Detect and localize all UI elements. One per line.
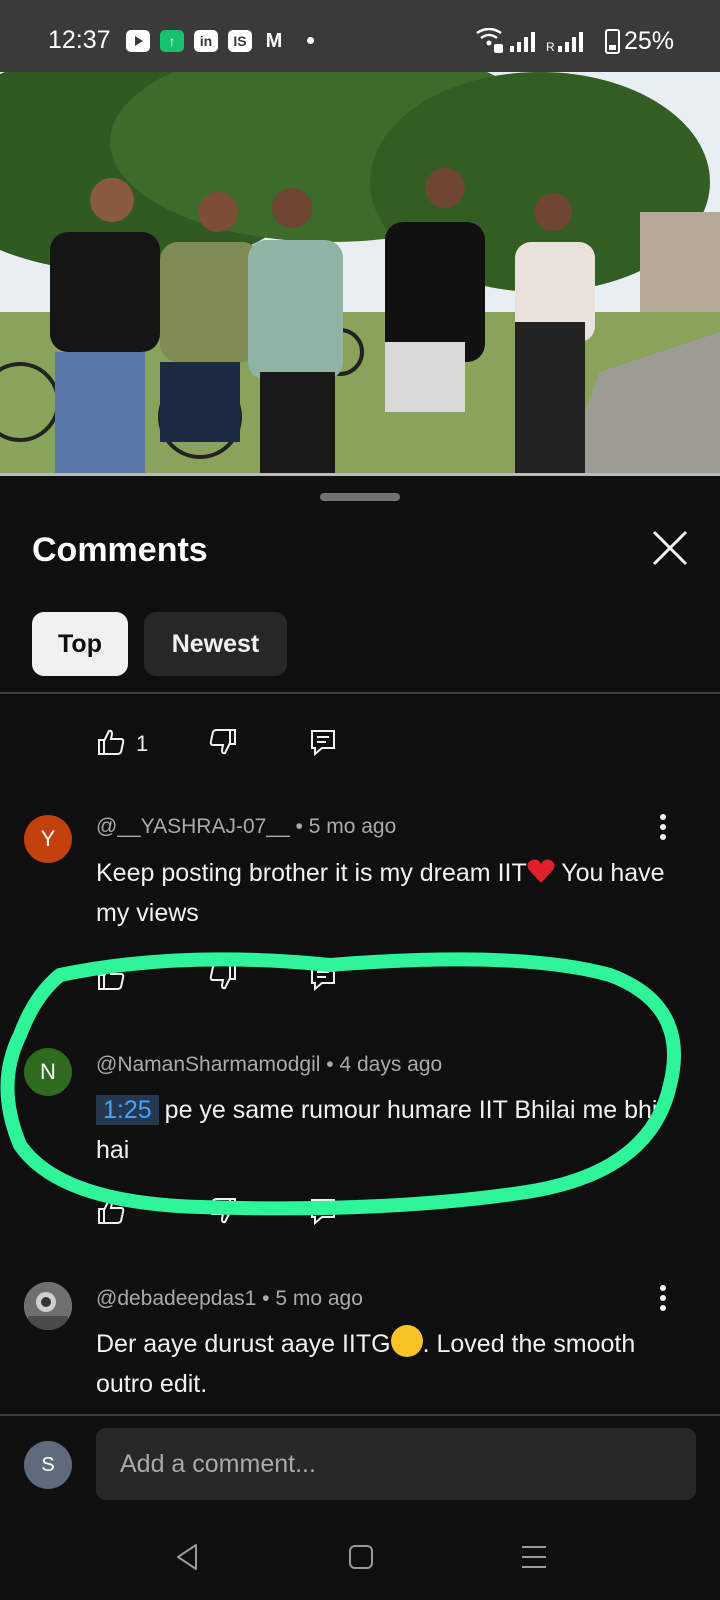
reply-button[interactable] bbox=[308, 1196, 338, 1226]
upload-icon: ↑ bbox=[160, 30, 184, 52]
status-time: 12:37 bbox=[48, 26, 111, 54]
timestamp-link[interactable]: 1:25 bbox=[96, 1095, 159, 1125]
dislike-button[interactable] bbox=[208, 727, 238, 757]
dislike-button[interactable] bbox=[208, 962, 238, 992]
menu-icon bbox=[522, 1546, 546, 1568]
status-bar: 12:37 ↑ in IS M R 25% bbox=[0, 0, 720, 72]
gmail-icon: M bbox=[265, 30, 283, 52]
notification-dot bbox=[307, 37, 314, 44]
comment-author[interactable]: @debadeepdas1 bbox=[96, 1287, 256, 1310]
comment-author[interactable]: @NamanSharmamodgil bbox=[96, 1053, 320, 1076]
reply-icon bbox=[311, 965, 335, 992]
divider bbox=[0, 1414, 720, 1416]
avatar[interactable]: Y bbox=[24, 815, 72, 863]
chip-newest[interactable]: Newest bbox=[144, 612, 287, 676]
comment-text-part: Der aaye durust aaye IITG bbox=[96, 1330, 391, 1358]
heart-emoji-icon bbox=[527, 859, 555, 883]
roaming-signal-icon: R bbox=[546, 32, 583, 52]
app-icon: IS bbox=[228, 30, 252, 52]
reply-button[interactable] bbox=[308, 962, 338, 992]
video-player[interactable] bbox=[0, 72, 720, 476]
more-options-button[interactable] bbox=[655, 809, 671, 845]
avatar-image bbox=[24, 1282, 72, 1330]
chip-top[interactable]: Top bbox=[32, 612, 128, 676]
battery-level: 25% bbox=[624, 27, 675, 55]
comment-age: 5 mo ago bbox=[275, 1287, 363, 1310]
kebab-icon bbox=[660, 814, 666, 840]
thumbs-down-icon bbox=[209, 1198, 236, 1224]
back-icon bbox=[177, 1544, 197, 1570]
user-avatar[interactable]: S bbox=[24, 1441, 72, 1489]
comment-meta: @debadeepdas1 • 5 mo ago bbox=[96, 1287, 363, 1310]
dislike-button[interactable] bbox=[208, 1196, 238, 1226]
comment-age: 4 days ago bbox=[339, 1053, 443, 1076]
comment-text: 1:25 pe ye same rumour humare IIT Bhilai … bbox=[96, 1090, 676, 1170]
more-options-button[interactable] bbox=[655, 1280, 671, 1316]
like-count: 1 bbox=[136, 731, 149, 756]
like-button[interactable] bbox=[96, 1196, 126, 1226]
reply-icon bbox=[311, 730, 335, 757]
battery-icon bbox=[605, 29, 620, 54]
home-icon bbox=[349, 1545, 373, 1569]
comment-meta: @__YASHRAJ-07__ • 5 mo ago bbox=[96, 815, 397, 838]
thumbs-up-icon bbox=[98, 729, 125, 755]
signal-icon bbox=[510, 32, 535, 52]
linkedin-icon: in bbox=[194, 30, 218, 52]
comment-meta: @NamanSharmamodgil • 4 days ago bbox=[96, 1053, 443, 1076]
thumbs-down-icon bbox=[209, 964, 236, 990]
thumbs-up-icon bbox=[98, 964, 125, 990]
youtube-icon bbox=[126, 30, 150, 52]
comment-text-part: pe ye same rumour humare IIT Bhilai me b… bbox=[96, 1096, 658, 1164]
like-button[interactable] bbox=[96, 962, 126, 992]
comment-author[interactable]: @__YASHRAJ-07__ bbox=[96, 815, 290, 838]
thumbs-down-icon bbox=[209, 729, 236, 755]
close-button[interactable] bbox=[648, 526, 692, 570]
avatar[interactable] bbox=[24, 1282, 72, 1330]
kebab-icon bbox=[660, 1285, 666, 1311]
laughing-emoji-icon bbox=[390, 1325, 423, 1357]
drag-handle[interactable] bbox=[320, 493, 400, 501]
divider bbox=[0, 692, 720, 694]
thumbs-up-icon bbox=[98, 1198, 125, 1224]
comment-text: Keep posting brother it is my dream IIT … bbox=[96, 853, 676, 933]
like-button[interactable] bbox=[96, 727, 126, 757]
comment-text-part: Keep posting brother it is my dream IIT bbox=[96, 859, 527, 887]
recents-button[interactable] bbox=[514, 1537, 554, 1577]
svg-text:R: R bbox=[546, 40, 555, 52]
reply-icon bbox=[311, 1199, 335, 1226]
wifi-calling-icon bbox=[476, 28, 503, 53]
avatar[interactable]: N bbox=[24, 1048, 72, 1096]
reply-button[interactable] bbox=[308, 727, 338, 757]
back-button[interactable] bbox=[168, 1537, 208, 1577]
comment-text: Der aaye durust aaye IITG. Loved the smo… bbox=[96, 1324, 676, 1404]
home-button[interactable] bbox=[341, 1537, 381, 1577]
system-nav-bar bbox=[0, 1515, 720, 1600]
comment-age: 5 mo ago bbox=[308, 815, 397, 838]
add-comment-input[interactable] bbox=[96, 1428, 696, 1500]
close-icon bbox=[652, 530, 688, 566]
sheet-title: Comments bbox=[32, 531, 208, 569]
video-frame bbox=[0, 72, 720, 476]
